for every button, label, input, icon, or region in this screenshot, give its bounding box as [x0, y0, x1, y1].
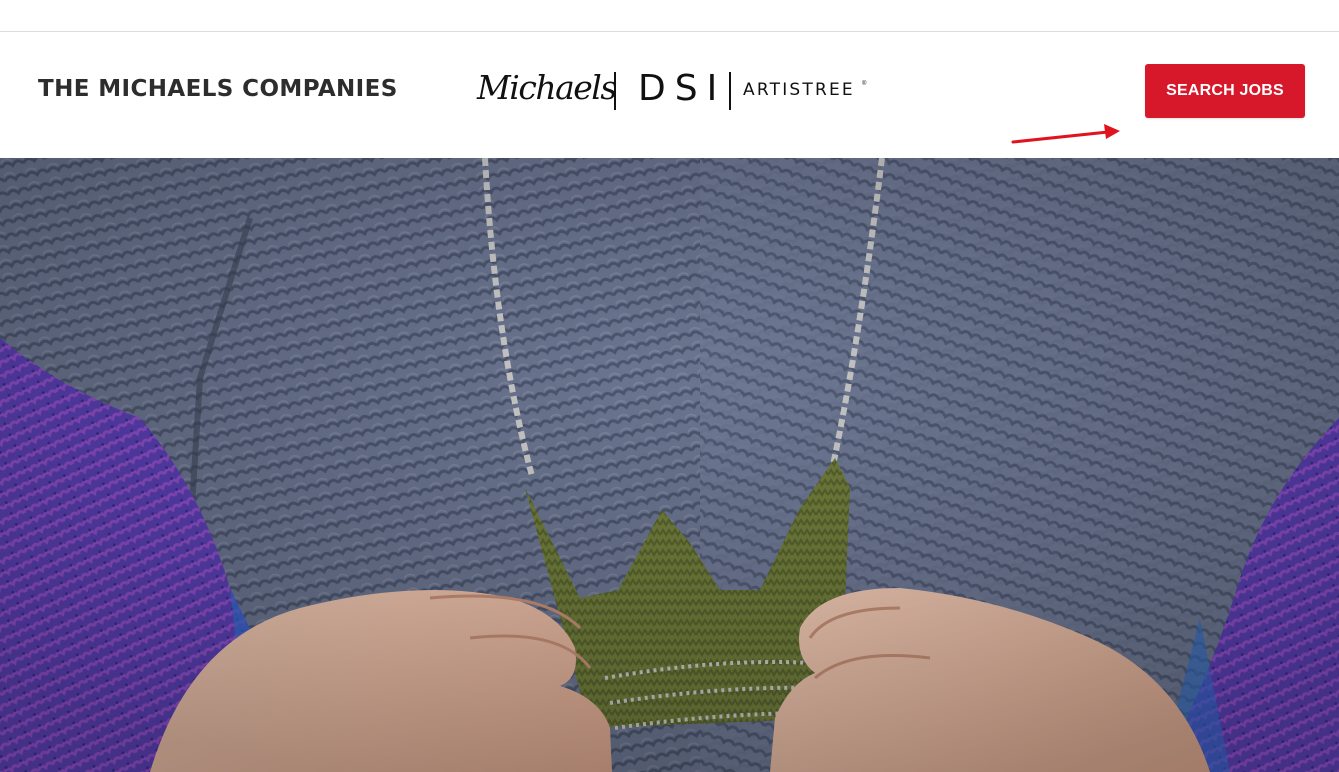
registered-mark: ® — [862, 81, 867, 87]
dsi-brand-logo[interactable]: DSI — [638, 68, 726, 109]
annotation-arrow-icon — [1011, 124, 1120, 144]
hero-image — [0, 158, 1339, 772]
company-name-logo[interactable]: THE MICHAELS COMPANIES — [38, 76, 398, 102]
brand-divider — [614, 72, 616, 110]
artistree-brand-logo[interactable]: ARTISTREE — [743, 80, 855, 100]
brand-divider — [729, 72, 731, 110]
site-header: THE MICHAELS COMPANIES Michaels DSI ARTI… — [0, 32, 1339, 158]
search-jobs-button[interactable]: SEARCH JOBS — [1145, 64, 1305, 118]
top-strip — [0, 0, 1339, 32]
hero-photo — [0, 158, 1339, 772]
michaels-brand-logo[interactable]: Michaels — [477, 68, 617, 107]
